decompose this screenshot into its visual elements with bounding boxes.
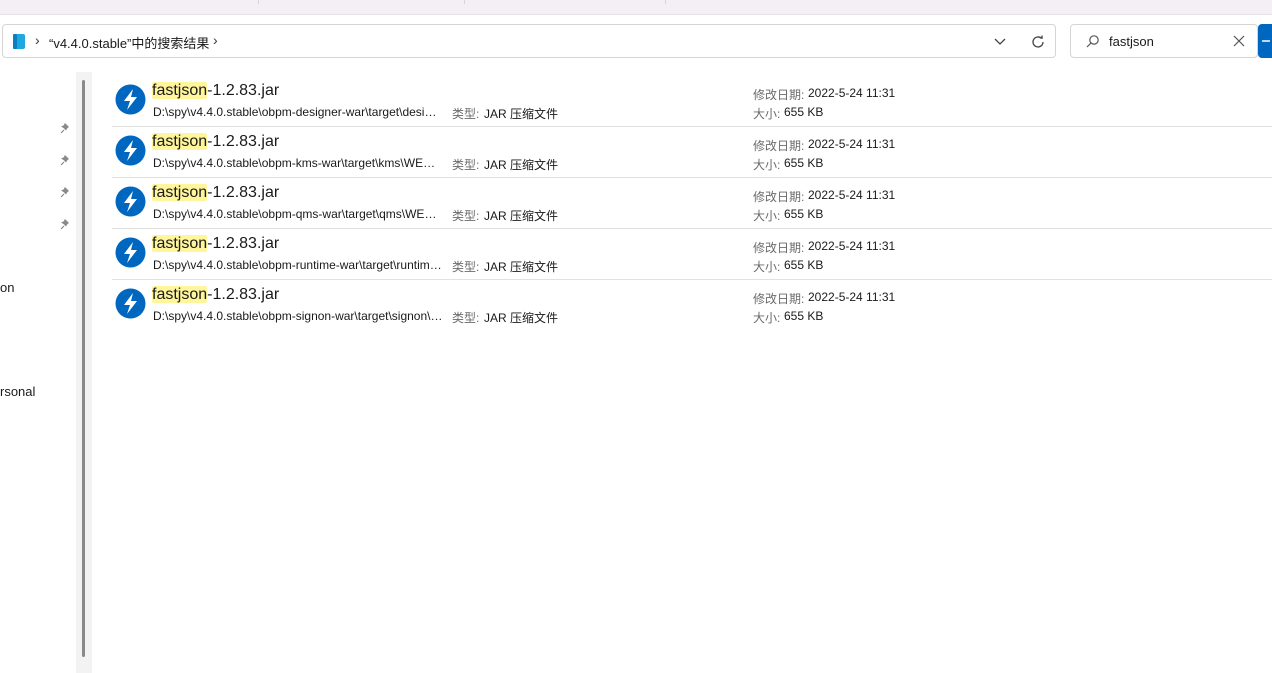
tab-divider (665, 0, 666, 4)
type-value: JAR 压缩文件 (484, 158, 559, 172)
file-path: D:\spy\v4.4.0.stable\obpm-qms-war\target… (153, 207, 443, 221)
type-label: 类型: (452, 209, 480, 223)
dash-icon (1262, 40, 1270, 42)
tab-divider (464, 0, 465, 4)
date-label: 修改日期: (753, 88, 805, 102)
search-match-highlight: fastjson (152, 235, 208, 252)
search-match-highlight: fastjson (152, 286, 208, 303)
search-results-list: fastjson-1.2.83.jar D:\spy\v4.4.0.stable… (112, 76, 1272, 330)
address-bar[interactable]: › “v4.4.0.stable”中的搜索结果 › (2, 24, 1056, 58)
file-name-rest: -1.2.83.jar (207, 235, 280, 252)
type-value: JAR 压缩文件 (484, 311, 559, 325)
file-name[interactable]: fastjson-1.2.83.jar (152, 82, 279, 100)
type-value: JAR 压缩文件 (484, 260, 559, 274)
type-label: 类型: (452, 260, 480, 274)
list-item[interactable]: fastjson-1.2.83.jar D:\spy\v4.4.0.stable… (112, 178, 1272, 229)
search-match-highlight: fastjson (152, 133, 208, 150)
type-label: 类型: (452, 311, 480, 325)
size-value: 655 KB (784, 258, 824, 272)
date-label: 修改日期: (753, 292, 805, 306)
file-path: D:\spy\v4.4.0.stable\obpm-kms-war\target… (153, 156, 443, 170)
date-value: 2022-5-24 11:31 (808, 86, 896, 100)
date-label: 修改日期: (753, 190, 805, 204)
options-button[interactable] (1258, 24, 1272, 58)
size-label: 大小: (753, 260, 781, 274)
list-item[interactable]: fastjson-1.2.83.jar D:\spy\v4.4.0.stable… (112, 127, 1272, 178)
size-label: 大小: (753, 311, 781, 325)
file-path: D:\spy\v4.4.0.stable\obpm-runtime-war\ta… (153, 258, 443, 272)
list-item[interactable]: fastjson-1.2.83.jar D:\spy\v4.4.0.stable… (112, 280, 1272, 330)
breadcrumb-chevron[interactable]: › (35, 32, 40, 48)
tab-strip (0, 0, 1272, 15)
pin-icon[interactable] (60, 122, 72, 134)
file-path: D:\spy\v4.4.0.stable\obpm-designer-war\t… (153, 105, 443, 119)
size-label: 大小: (753, 158, 781, 172)
jar-file-icon (115, 135, 146, 166)
size-value: 655 KB (784, 207, 824, 221)
jar-file-icon (115, 186, 146, 217)
date-value: 2022-5-24 11:31 (808, 137, 896, 151)
pin-icon[interactable] (60, 218, 72, 230)
jar-file-icon (115, 84, 146, 115)
list-item[interactable]: fastjson-1.2.83.jar D:\spy\v4.4.0.stable… (112, 76, 1272, 127)
search-box[interactable] (1070, 24, 1258, 58)
size-label: 大小: (753, 107, 781, 121)
pin-icon[interactable] (60, 154, 72, 166)
file-name-rest: -1.2.83.jar (207, 286, 280, 303)
search-match-highlight: fastjson (152, 82, 208, 99)
jar-file-icon (115, 288, 146, 319)
search-match-highlight: fastjson (152, 184, 208, 201)
chevron-down-icon[interactable] (993, 34, 1007, 48)
jar-file-icon (115, 237, 146, 268)
tab-divider (258, 0, 259, 4)
file-path: D:\spy\v4.4.0.stable\obpm-signon-war\tar… (153, 309, 443, 323)
type-value: JAR 压缩文件 (484, 107, 559, 121)
list-item[interactable]: fastjson-1.2.83.jar D:\spy\v4.4.0.stable… (112, 229, 1272, 280)
type-label: 类型: (452, 158, 480, 172)
breadcrumb-chevron[interactable]: › (213, 32, 218, 48)
date-value: 2022-5-24 11:31 (808, 188, 896, 202)
search-icon (1086, 35, 1099, 48)
search-input[interactable] (1109, 31, 1229, 51)
date-value: 2022-5-24 11:31 (808, 290, 896, 304)
date-label: 修改日期: (753, 139, 805, 153)
type-value: JAR 压缩文件 (484, 209, 559, 223)
size-value: 655 KB (784, 309, 824, 323)
date-value: 2022-5-24 11:31 (808, 239, 896, 253)
close-icon[interactable] (1232, 34, 1246, 48)
size-value: 655 KB (784, 156, 824, 170)
date-label: 修改日期: (753, 241, 805, 255)
folder-icon (13, 34, 25, 49)
type-label: 类型: (452, 107, 480, 121)
size-label: 大小: (753, 209, 781, 223)
nav-scrollbar-thumb[interactable] (82, 80, 85, 657)
file-name[interactable]: fastjson-1.2.83.jar (152, 184, 279, 202)
file-name-rest: -1.2.83.jar (207, 82, 280, 99)
file-name[interactable]: fastjson-1.2.83.jar (152, 235, 279, 253)
file-name-rest: -1.2.83.jar (207, 133, 280, 150)
file-name[interactable]: fastjson-1.2.83.jar (152, 133, 279, 151)
file-name[interactable]: fastjson-1.2.83.jar (152, 286, 279, 304)
pin-icon[interactable] (60, 186, 72, 198)
size-value: 655 KB (784, 105, 824, 119)
nav-item-label[interactable]: on (0, 280, 14, 295)
file-name-rest: -1.2.83.jar (207, 184, 280, 201)
refresh-icon[interactable] (1030, 34, 1046, 50)
breadcrumb-location[interactable]: “v4.4.0.stable”中的搜索结果 (49, 33, 209, 52)
nav-item-label[interactable]: rsonal (0, 384, 35, 399)
